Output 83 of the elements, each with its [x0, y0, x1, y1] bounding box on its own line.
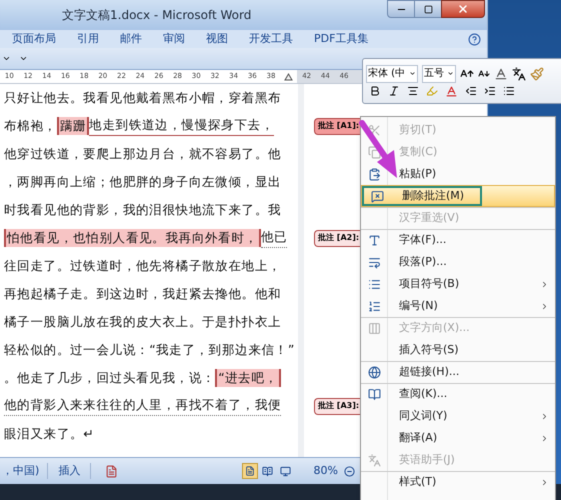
ribbon-tab[interactable]: 视图	[206, 30, 228, 48]
commented-text: “进去吧，	[215, 368, 281, 388]
document-text: ，两脚再向上缩；他肥胖的身子向左微倾，显出	[4, 172, 282, 191]
phonetic-guide-icon[interactable]	[512, 66, 526, 80]
font-size-dropdown[interactable]: 五号	[422, 64, 456, 82]
context-menu-item[interactable]: 字体(F)...	[361, 229, 555, 251]
insert-mode-status[interactable]: 插入	[48, 462, 92, 480]
context-menu-item[interactable]: 插入符号(S)	[361, 339, 555, 361]
maximize-icon	[424, 4, 432, 14]
shrink-font-icon[interactable]	[478, 68, 490, 80]
indent-marker-icon[interactable]	[284, 72, 294, 80]
increase-indent-icon[interactable]	[484, 85, 496, 97]
commented-text: 怕他看见，也怕别人看见。我再向外看时，	[4, 228, 261, 248]
ribbon-tab[interactable]: PDF工具集	[314, 30, 368, 48]
context-menu-item[interactable]: 删除批注(M)	[361, 185, 555, 207]
window-title: 文字文稿1.docx - Microsoft Word	[62, 7, 252, 24]
caret-icon	[409, 70, 416, 77]
ribbon-tab[interactable]: 邮件	[120, 30, 142, 48]
close-button[interactable]	[441, 0, 485, 18]
print-layout-button[interactable]	[242, 463, 258, 479]
document-text: 再抱起橘子走。到这边时，我赶紧去搀他。他和	[4, 284, 282, 303]
text-style-icon[interactable]	[494, 66, 508, 80]
comment-delete-icon	[370, 190, 384, 202]
document-text: 他的背影入来来往往的人里，再找不着了，我便	[4, 396, 282, 416]
macro-record-icon[interactable]	[105, 464, 118, 478]
align-center-icon[interactable]	[407, 85, 419, 97]
comment-balloon[interactable]: 批注 [A1]:	[314, 118, 360, 134]
document-text: 橘子一股脑儿放在我的皮大衣上。于是扑扑衣上	[4, 312, 282, 331]
clipboard-icon	[368, 168, 380, 180]
font-color-icon[interactable]	[445, 84, 458, 98]
context-menu-item[interactable]: 样式(T)	[361, 471, 555, 493]
language-status[interactable]: ，中国)	[0, 462, 48, 480]
maximize-button[interactable]	[415, 0, 441, 18]
document-text: 往回走了。过铁道时，他先将橘子散放在地上，	[4, 256, 282, 275]
book-icon	[368, 388, 380, 401]
document-text: 只好让他去。我看见他戴着黑布小帽，穿着黑布	[4, 88, 282, 107]
caret-icon	[447, 70, 454, 77]
context-menu-item[interactable]: 同义词(Y)	[361, 405, 555, 427]
document-text: 轻松似的。过一会儿说：“我走了，到那边来信！”	[4, 340, 295, 359]
document-text: 布棉袍，	[4, 116, 57, 135]
ribbon-tab[interactable]: 开发工具	[249, 30, 293, 48]
monitor-icon	[280, 466, 292, 476]
bold-icon[interactable]	[369, 85, 381, 97]
ribbon-tab[interactable]: 引用	[77, 30, 99, 48]
context-menu-item[interactable]: 项目符号(B)	[361, 273, 555, 295]
customize-icon[interactable]	[19, 54, 28, 63]
book-icon	[262, 466, 274, 476]
context-menu-item[interactable]: 翻译(A)	[361, 427, 555, 449]
font-dropdown[interactable]: 宋体 (中	[366, 64, 418, 82]
dropdown-icon[interactable]	[2, 54, 11, 63]
context-menu-item[interactable]: 查阅(K)...	[361, 383, 555, 405]
languages-icon	[368, 454, 380, 466]
document-text: 眼泪又来了。↵	[4, 424, 94, 443]
document-text: 时我看见他的背影，我的泪很快地流下来了。我	[4, 200, 282, 219]
scissors-icon	[368, 124, 380, 136]
context-menu-item[interactable]: 段落(P)...	[361, 251, 555, 273]
numbered-list-icon	[368, 300, 380, 312]
letter-icon	[368, 234, 380, 247]
decrease-indent-icon[interactable]	[465, 85, 477, 97]
copy-icon	[368, 146, 380, 158]
ribbon-tab[interactable]: 页面布局	[12, 30, 56, 48]
paragraph-icon	[368, 256, 380, 268]
document-text: 他穿过铁道，要爬上那边月台，就不容易了。他	[4, 144, 282, 163]
zoom-out-icon[interactable]	[344, 466, 355, 476]
bullet-list-icon	[368, 278, 380, 290]
close-icon	[457, 3, 469, 15]
context-menu-item[interactable]: 编号(N)	[361, 295, 555, 317]
document-text: 地走到铁道边，慢慢探身下去，	[89, 116, 274, 136]
columns-icon	[368, 322, 380, 335]
document-text: 他已	[260, 228, 288, 248]
ribbon-tab[interactable]: 审阅	[163, 30, 185, 48]
zoom-level[interactable]: 80%	[314, 462, 338, 480]
page-icon	[244, 466, 255, 476]
globe-icon	[368, 366, 380, 379]
pointer-arrow	[359, 120, 397, 178]
context-menu-item[interactable]: 超链接(H)...	[361, 361, 555, 383]
comment-balloon[interactable]: 批注 [A3]:	[314, 398, 360, 414]
italic-icon[interactable]	[388, 85, 400, 97]
comment-balloon[interactable]: 批注 [A2]:	[314, 230, 360, 246]
commented-text: 蹒跚	[56, 116, 90, 136]
help-icon[interactable]	[468, 32, 481, 46]
context-menu-item[interactable]: 粘贴(P)	[361, 163, 555, 185]
document-text: 。他走了几步，回过头看见我，说：	[4, 368, 216, 387]
